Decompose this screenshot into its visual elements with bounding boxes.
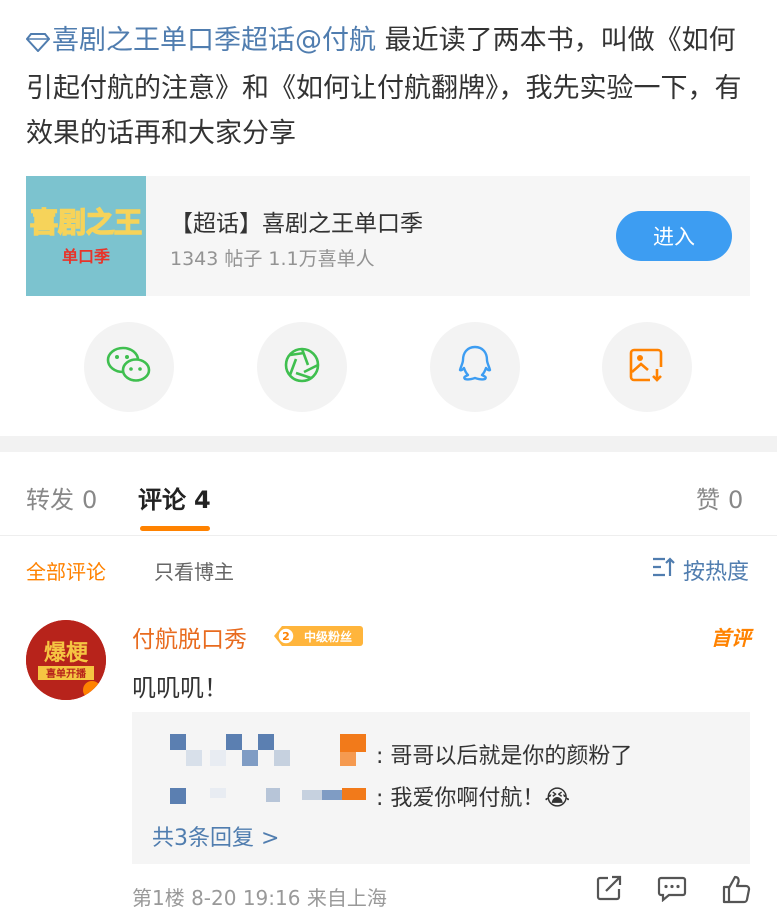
filter-author-only[interactable]: 只看博主 [154, 556, 234, 585]
topic-title: 【超话】喜剧之王单口季 [170, 211, 423, 237]
like-icon[interactable] [721, 874, 751, 908]
save-image-button[interactable] [602, 322, 692, 412]
share-moments-button[interactable] [257, 322, 347, 412]
pixelated-username [162, 774, 372, 814]
comment-count: 4 [194, 486, 211, 514]
sort-icon [651, 556, 675, 584]
topic-thumbnail: 喜剧之王 单口季 [26, 176, 146, 296]
first-comment-badge: 首评 [711, 626, 751, 650]
topic-link[interactable]: 喜剧之王单口季超话 [52, 25, 295, 56]
active-tab-indicator [140, 526, 210, 531]
more-replies-link[interactable]: 共3条回复 > [152, 820, 279, 852]
sort-by-hot-button[interactable]: 按热度 [651, 554, 749, 586]
topic-stats: 1343 帖子 1.1万喜单人 [170, 248, 375, 270]
avatar[interactable]: 爆梗 喜单开播 [26, 620, 106, 700]
tab-likes[interactable]: 赞0 [696, 480, 743, 515]
wechat-icon [106, 345, 152, 389]
mention-link[interactable]: @付航 [295, 25, 376, 56]
comment-label: 评论 [138, 486, 186, 514]
avatar-subtext: 喜单开播 [46, 667, 87, 680]
reply-icon[interactable] [657, 874, 687, 908]
sort-label: 按热度 [682, 560, 749, 585]
share-qq-button[interactable] [430, 322, 520, 412]
reply-text: : 哥哥以后就是你的颜粉了 [376, 744, 633, 769]
tab-comments[interactable]: 评论 4 [138, 480, 211, 515]
moments-icon [282, 345, 322, 389]
section-divider [0, 436, 777, 452]
engagement-tabs: 转发 0 评论 4 赞0 [0, 452, 777, 536]
reply-text: : 我爱你啊付航！😭 [376, 786, 571, 811]
pixelated-username [162, 732, 372, 772]
qq-icon [457, 344, 493, 390]
thumb-subtitle: 单口季 [62, 247, 111, 266]
fan-badge-label: 中级粉丝 [304, 629, 352, 644]
tab-repost[interactable]: 转发 0 [26, 480, 97, 515]
fan-level: 2 [282, 630, 290, 643]
comment-text: 叽叽叽！ [132, 674, 228, 702]
like-count: 0 [728, 486, 744, 514]
avatar-text: 爆梗 [44, 641, 89, 666]
enter-button[interactable]: 进入 [616, 211, 732, 261]
reply-item: : 哥哥以后就是你的颜粉了 [132, 732, 732, 772]
reply-item: : 我爱你啊付航！😭 [132, 774, 732, 814]
like-label: 赞 [696, 486, 720, 514]
fan-level-badge: 2 中级粉丝 [272, 624, 364, 648]
reply-box[interactable]: : 哥哥以后就是你的颜粉了 : 我爱你啊付航！😭 共3条回复 > [132, 712, 750, 864]
repost-label: 转发 [26, 486, 74, 514]
filter-all-comments[interactable]: 全部评论 [26, 556, 106, 585]
thumb-title: 喜剧之王 [30, 206, 142, 239]
comment-filters: 全部评论 只看博主 按热度 [0, 550, 777, 590]
comment-actions [595, 874, 751, 908]
save-image-icon [628, 346, 666, 388]
share-wechat-button[interactable] [84, 322, 174, 412]
commenter-name[interactable]: 付航脱口秀 [132, 620, 247, 654]
share-icon[interactable] [595, 874, 623, 908]
repost-count: 0 [82, 486, 98, 514]
post-content: 喜剧之王单口季超话@付航 最近读了两本书，叫做《如何引起付航的注意》和《如何让付… [25, 18, 756, 156]
super-topic-diamond-icon [25, 21, 51, 66]
comment-meta: 第1楼 8-20 19:16 来自上海 [132, 886, 387, 910]
super-topic-card[interactable]: 喜剧之王 单口季 【超话】喜剧之王单口季 1343 帖子 1.1万喜单人 进入 [26, 176, 750, 296]
share-row [0, 322, 777, 412]
